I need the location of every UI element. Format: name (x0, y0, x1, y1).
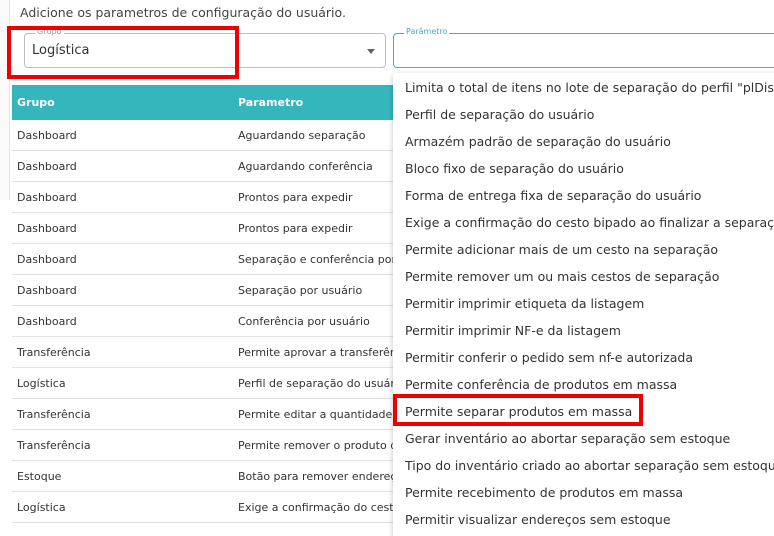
cell-parametro: Aguardando separação (238, 128, 366, 142)
cell-grupo: Dashboard (17, 252, 77, 266)
table-row[interactable]: Transferência Permite editar a quantidade (12, 399, 412, 430)
cell-grupo: Transferência (17, 438, 91, 452)
dropdown-option[interactable]: Exige a confirmação do cesto bipado ao f… (393, 209, 774, 236)
cell-parametro: Separação por usuário (238, 283, 363, 297)
table-row[interactable]: Transferência Permite remover o produto d… (12, 430, 412, 461)
dropdown-option[interactable]: Permite recebimento de produtos em massa (393, 479, 774, 506)
cell-parametro: Prontos para expedir (238, 221, 353, 235)
table-row[interactable]: Dashboard Aguardando separação (12, 120, 412, 151)
cell-grupo: Dashboard (17, 128, 77, 142)
cell-parametro: Separação e conferência por lote (238, 252, 408, 266)
cell-grupo: Logística (17, 500, 66, 514)
cell-parametro: Permite editar a quantidade (238, 407, 393, 421)
left-gutter (0, 0, 10, 200)
dropdown-option[interactable]: Bloco fixo de separação do usuário (393, 155, 774, 182)
table-row[interactable]: Dashboard Conferência por usuário (12, 306, 412, 337)
dropdown-option[interactable]: Permitir visualizar endereços sem estoqu… (393, 506, 774, 533)
dropdown-option[interactable]: Limita o total de itens no lote de separ… (393, 74, 774, 101)
grupo-select-label: Grupo (35, 27, 64, 36)
cell-grupo: Transferência (17, 407, 91, 421)
cell-grupo: Logística (17, 376, 66, 390)
cell-parametro: Permite remover o produto da (238, 438, 404, 452)
column-header-grupo[interactable]: Grupo (12, 96, 238, 109)
cell-parametro: Perfil de separação do usuário (238, 376, 405, 390)
cell-parametro: Permite aprovar a transferência (238, 345, 408, 359)
dropdown-option[interactable]: Tipo do inventário criado ao abortar sep… (393, 452, 774, 479)
dropdown-option[interactable]: Permite adicionar mais de um cesto na se… (393, 236, 774, 263)
table-row[interactable]: Dashboard Aguardando conferência (12, 151, 412, 182)
cell-parametro: Prontos para expedir (238, 190, 353, 204)
grupo-select-value: Logística (32, 43, 90, 58)
table-body: Dashboard Aguardando separação Dashboard A… (12, 120, 412, 523)
column-header-parametro[interactable]: Parametro (238, 96, 303, 109)
cell-grupo: Dashboard (17, 314, 77, 328)
parametro-dropdown-list: Limita o total de itens no lote de separ… (393, 73, 774, 536)
table-row[interactable]: Estoque Botão para remover endereço (12, 461, 412, 492)
table-row[interactable]: Dashboard Separação por usuário (12, 275, 412, 306)
cell-parametro: Exige a confirmação do cesto (238, 500, 401, 514)
cell-grupo: Dashboard (17, 221, 77, 235)
dropdown-option[interactable]: Permite remover um ou mais cestos de sep… (393, 263, 774, 290)
parametro-input[interactable]: Parâmetro (393, 27, 774, 68)
cell-grupo: Dashboard (17, 159, 77, 173)
chevron-down-icon[interactable] (367, 49, 375, 54)
table-row[interactable]: Dashboard Separação e conferência por lot… (12, 244, 412, 275)
cell-grupo: Transferência (17, 345, 91, 359)
dropdown-option[interactable]: Permite conferência de produtos em massa (393, 371, 774, 398)
grupo-select[interactable]: Grupo Logística (24, 27, 386, 68)
cell-parametro: Conferência por usuário (238, 314, 370, 328)
cell-parametro: Aguardando conferência (238, 159, 373, 173)
dropdown-option[interactable]: Permitir conferir o pedido sem nf-e auto… (393, 344, 774, 371)
parametro-input-label: Parâmetro (404, 27, 450, 36)
table-header: Grupo Parametro (12, 85, 412, 120)
dropdown-option[interactable]: Gerar inventário ao abortar separação se… (393, 425, 774, 452)
table-row[interactable]: Logística Perfil de separação do usuário (12, 368, 412, 399)
table-row[interactable]: Logística Exige a confirmação do cesto (12, 492, 412, 523)
cell-grupo: Estoque (17, 469, 62, 483)
dropdown-option[interactable]: Forma de entrega fixa de separação do us… (393, 182, 774, 209)
parameters-table: Grupo Parametro Dashboard Aguardando sepa… (12, 85, 412, 523)
dropdown-option[interactable]: Permitir imprimir etiqueta da listagem (393, 290, 774, 317)
page-subtitle: Adicione os parametros de configuração d… (20, 5, 346, 20)
cell-grupo: Dashboard (17, 283, 77, 297)
table-row[interactable]: Dashboard Prontos para expedir (12, 213, 412, 244)
table-row[interactable]: Transferência Permite aprovar a transferê… (12, 337, 412, 368)
table-row[interactable]: Dashboard Prontos para expedir (12, 182, 412, 213)
dropdown-option[interactable]: Armazém padrão de separação do usuário (393, 128, 774, 155)
dropdown-option[interactable]: Permitir imprimir NF-e da listagem (393, 317, 774, 344)
cell-grupo: Dashboard (17, 190, 77, 204)
dropdown-option-separar-em-massa[interactable]: Permite separar produtos em massa (393, 398, 774, 425)
dropdown-option[interactable]: Perfil de separação do usuário (393, 101, 774, 128)
cell-parametro: Botão para remover endereço (238, 469, 404, 483)
